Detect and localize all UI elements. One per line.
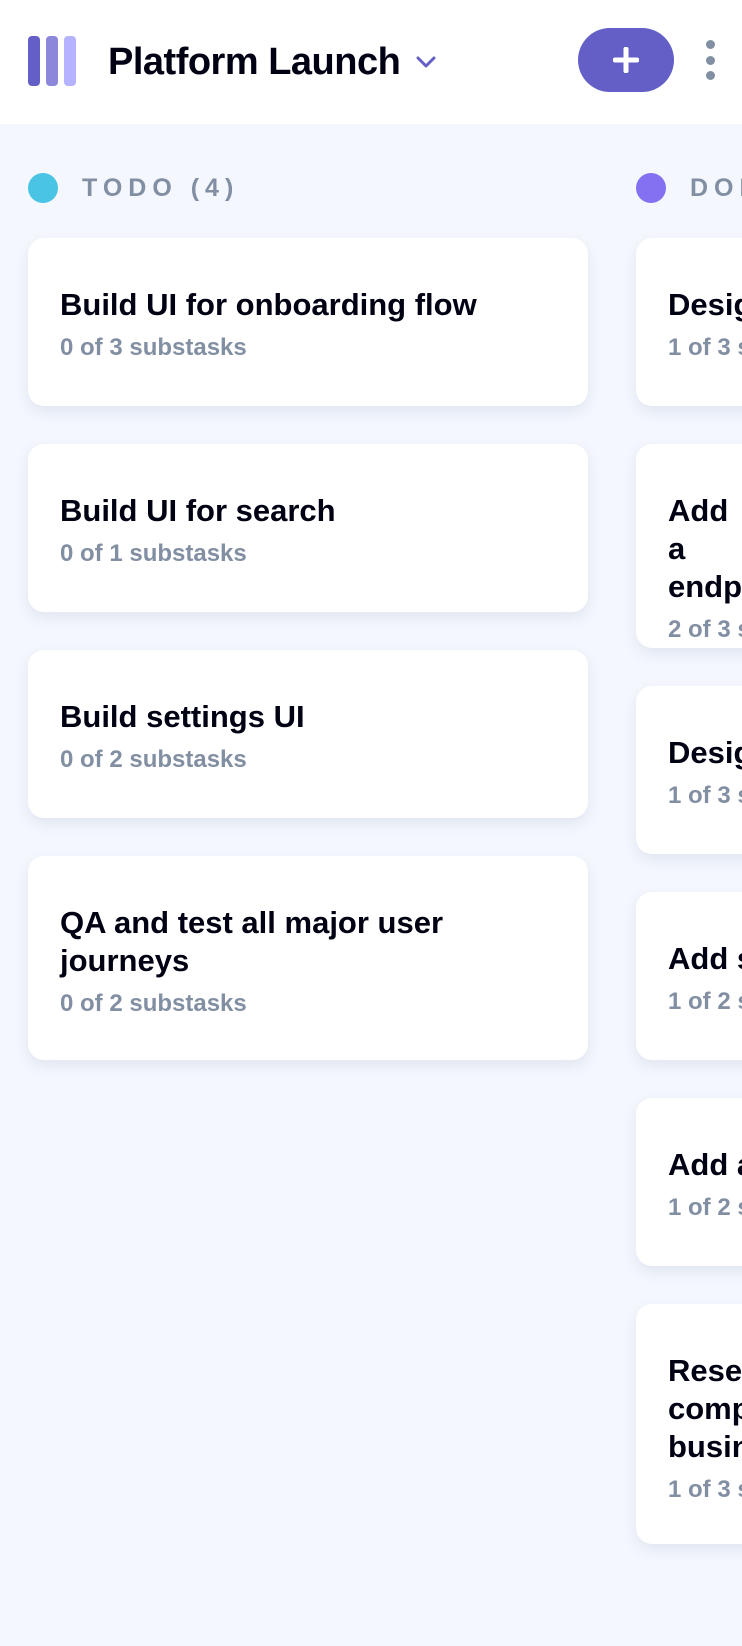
task-card[interactable]: Build UI for search 0 of 1 substasks [28, 444, 588, 612]
task-title: Desig [668, 287, 742, 322]
column-title: DOI [690, 173, 742, 202]
subtask-count: 1 of 3 s [668, 1476, 742, 1503]
task-card[interactable]: Resea comp busin 1 of 3 s [636, 1304, 742, 1544]
subtask-count: 1 of 2 s [668, 988, 742, 1015]
task-card[interactable]: Desig 1 of 3 s [636, 686, 742, 854]
add-task-button[interactable] [578, 28, 674, 92]
subtask-count: 1 of 2 s [668, 1194, 742, 1221]
task-card[interactable]: Build UI for onboarding flow 0 of 3 subs… [28, 238, 588, 406]
subtask-count: 1 of 3 s [668, 334, 742, 361]
status-dot-icon [28, 173, 58, 203]
task-title: Desig [668, 735, 742, 770]
subtask-count: 0 of 2 substasks [60, 990, 247, 1017]
subtask-count: 0 of 3 substasks [60, 334, 247, 361]
task-card[interactable]: Add s 1 of 2 s [636, 892, 742, 1060]
task-title: Build UI for search [60, 493, 336, 528]
task-title: Add a [668, 1147, 742, 1182]
app-header: Platform Launch [0, 0, 742, 124]
task-title: Build UI for onboarding flow [60, 287, 477, 322]
board-selector[interactable]: Platform Launch [108, 36, 436, 88]
task-title: Build settings UI [60, 699, 305, 734]
task-title: Add s [668, 941, 742, 976]
task-card[interactable]: QA and test all major user journeys 0 of… [28, 856, 588, 1060]
chevron-down-icon [416, 56, 436, 68]
kanban-logo-icon [28, 36, 78, 86]
task-card[interactable]: Build settings UI 0 of 2 substasks [28, 650, 588, 818]
subtask-count: 0 of 1 substasks [60, 540, 247, 567]
task-title: Add a endp [668, 493, 742, 604]
task-title: Resea comp busin [668, 1353, 742, 1464]
board-title: Platform Launch [108, 40, 401, 83]
task-title: QA and test all major user journeys [60, 905, 444, 978]
column-title: TODO (4) [82, 173, 240, 202]
subtask-count: 1 of 3 s [668, 782, 742, 809]
subtask-count: 0 of 2 substasks [60, 746, 247, 773]
vertical-ellipsis-icon[interactable] [700, 40, 720, 80]
plus-icon [613, 47, 639, 73]
task-card[interactable]: Desig 1 of 3 s [636, 238, 742, 406]
task-card[interactable]: Add a endp 2 of 3 s [636, 444, 742, 648]
task-card[interactable]: Add a 1 of 2 s [636, 1098, 742, 1266]
status-dot-icon [636, 173, 666, 203]
column-header: TODO (4) [28, 172, 239, 204]
subtask-count: 2 of 3 s [668, 616, 742, 643]
column-header: DOI [636, 172, 742, 204]
board: TODO (4) Build UI for onboarding flow 0 … [0, 124, 742, 1646]
